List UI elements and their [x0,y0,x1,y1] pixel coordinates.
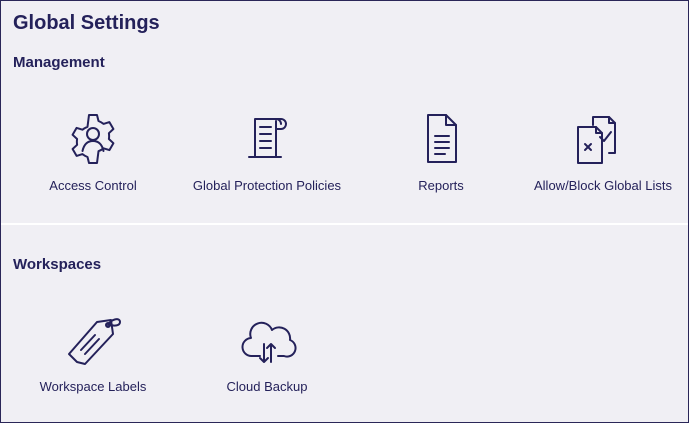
gear-person-icon [63,109,123,169]
workspace-labels-tile[interactable]: Workspace Labels [3,310,183,410]
scroll-document-icon [237,109,297,169]
section-title-workspaces: Workspaces [13,256,102,273]
allow-block-global-lists-tile[interactable]: Allow/Block Global Lists [513,109,689,209]
reports-tile[interactable]: Reports [351,109,531,209]
access-control-tile[interactable]: Access Control [3,109,183,209]
section-divider [1,223,688,225]
document-icon [411,109,471,169]
allow-block-global-lists-label: Allow/Block Global Lists [534,178,672,193]
tag-icon [63,310,123,370]
allow-block-documents-icon [573,109,633,169]
cloud-sync-icon [237,310,297,370]
cloud-backup-tile[interactable]: Cloud Backup [177,310,357,410]
workspace-labels-label: Workspace Labels [39,379,147,394]
cloud-backup-label: Cloud Backup [226,379,308,394]
page-title: Global Settings [13,12,160,34]
access-control-label: Access Control [49,178,137,193]
global-protection-policies-label: Global Protection Policies [192,178,342,193]
reports-label: Reports [418,178,464,193]
section-title-management: Management [13,54,105,71]
global-settings-panel: Global Settings Management Access Contro… [0,0,689,423]
global-protection-policies-tile[interactable]: Global Protection Policies [177,109,357,209]
